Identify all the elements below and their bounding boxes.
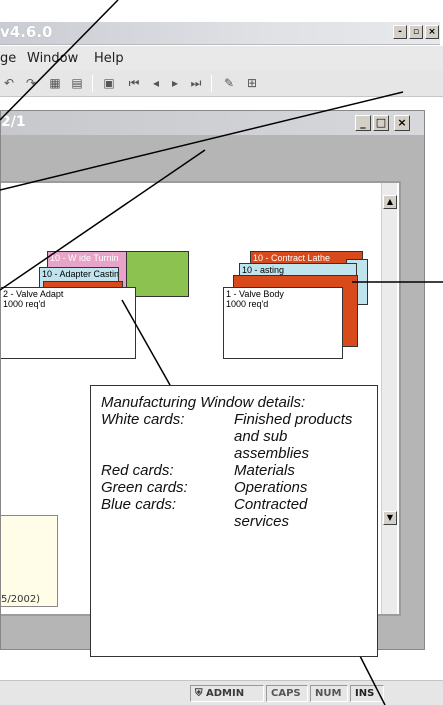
status-caps: CAPS — [266, 685, 308, 702]
child-window-title: 2/1 — [1, 114, 26, 130]
child-maximize-button[interactable]: □ — [373, 115, 389, 131]
app-title-bar: v4.6.0 - ▫ × — [0, 22, 440, 45]
menu-item-page[interactable]: ge — [0, 51, 16, 66]
menu-item-help[interactable]: Help — [94, 51, 124, 66]
minimize-button[interactable]: - — [393, 25, 407, 39]
note-text: 5/2002) — [1, 594, 41, 605]
card-quantity: 1000 req'd — [3, 299, 46, 309]
legend-key: White cards: — [101, 411, 185, 428]
toolbar-separator — [211, 75, 212, 92]
scroll-up-button[interactable]: ▲ — [383, 195, 397, 209]
legend-key: Red cards: — [101, 462, 174, 479]
app-title: v4.6.0 — [0, 23, 53, 41]
next-record-icon[interactable]: ▸ — [166, 74, 184, 92]
card-quantity: 1000 req'd — [226, 299, 269, 309]
card-finished-product[interactable]: 1 - Valve Body 1000 req'd — [223, 287, 343, 359]
legend-row: Red cards: Materials — [101, 462, 367, 479]
grid-icon[interactable]: ▦ — [46, 74, 64, 92]
card-title: 2 - Valve Adapt — [3, 289, 64, 299]
legend-callout: Manufacturing Window details: White card… — [90, 385, 378, 657]
redo-icon[interactable]: ↷ — [22, 74, 40, 92]
close-button[interactable]: × — [425, 25, 439, 39]
layout-icon[interactable]: ⊞ — [243, 74, 261, 92]
legend-value: Operations — [234, 479, 308, 496]
last-record-icon[interactable]: ⏭ — [187, 74, 205, 92]
card-title: 1 - Valve Body — [226, 289, 284, 299]
card-finished-product[interactable]: 2 - Valve Adapt 1000 req'd — [1, 287, 136, 359]
user-icon: ⛨ — [195, 688, 206, 699]
status-ins: INS — [350, 685, 384, 702]
note-panel: 5/2002) — [0, 515, 58, 607]
legend-key: Blue cards: — [101, 496, 177, 513]
toolbar: ↶ ↷ ▦ ▤ ▣ ⏮ ◂ ▸ ⏭ ✎ ⊞ — [0, 70, 443, 97]
previous-record-icon[interactable]: ◂ — [147, 74, 165, 92]
child-close-button[interactable]: × — [394, 115, 410, 131]
restore-button[interactable]: ▫ — [409, 25, 423, 39]
legend-row: White cards: Finished products and sub a… — [101, 411, 367, 462]
scroll-down-button[interactable]: ▼ — [383, 511, 397, 525]
status-user: ⛨ ADMIN — [190, 685, 264, 702]
menu-item-window[interactable]: Window — [27, 51, 78, 66]
status-num: NUM — [310, 685, 348, 702]
status-user-label: ADMIN — [205, 688, 245, 699]
legend-heading: Manufacturing Window details: — [101, 394, 306, 411]
child-title-bar: 2/1 _ □ × — [1, 111, 424, 135]
first-record-icon[interactable]: ⏮ — [125, 74, 143, 92]
legend-value: Materials — [234, 462, 295, 479]
legend-value: Finished products and sub assemblies — [234, 411, 353, 462]
legend-row: Blue cards: Contracted services — [101, 496, 367, 530]
legend-value: Contracted services — [234, 496, 308, 530]
list-icon[interactable]: ▤ — [68, 74, 86, 92]
child-minimize-button[interactable]: _ — [355, 115, 371, 131]
window-icon[interactable]: ▣ — [100, 74, 118, 92]
toolbar-separator — [92, 75, 93, 92]
legend-key: Green cards: — [101, 479, 188, 496]
vertical-scrollbar[interactable]: ▲ ▼ — [381, 183, 397, 614]
edit-icon[interactable]: ✎ — [220, 74, 238, 92]
menu-bar: ge Window Help — [0, 46, 443, 70]
status-bar: ⛨ ADMIN CAPS NUM INS — [0, 680, 443, 705]
undo-icon[interactable]: ↶ — [0, 74, 18, 92]
legend-row: Green cards: Operations — [101, 479, 367, 496]
